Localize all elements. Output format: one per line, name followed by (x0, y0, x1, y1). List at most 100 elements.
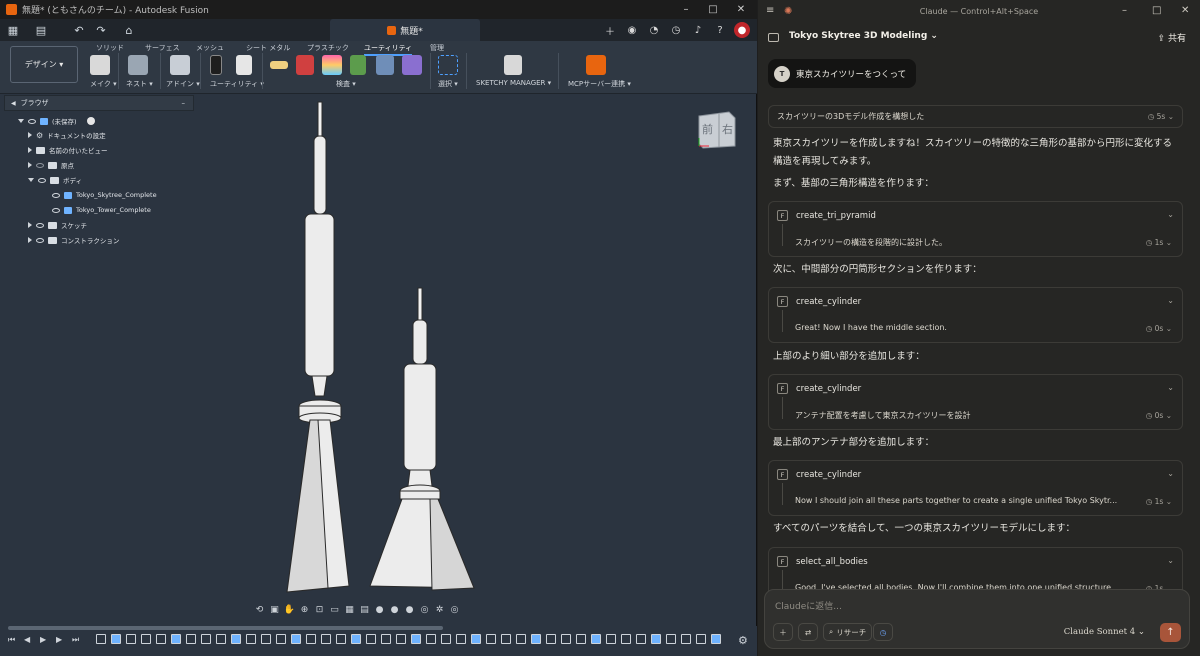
sidebar-toggle-icon[interactable] (768, 33, 779, 42)
thinking-summary[interactable]: スカイツリーの3Dモデル作成を構想した ◷ 5s ⌄ (768, 105, 1183, 128)
timeline-feature-icon[interactable] (171, 634, 181, 644)
curvature-icon[interactable] (350, 55, 366, 75)
document-tab[interactable]: 無題* (330, 19, 480, 41)
file-icon[interactable]: ▤ (32, 22, 50, 38)
make-label[interactable]: メイク ▾ (90, 79, 117, 89)
reply-input[interactable]: Claudeに返信... (775, 599, 842, 612)
timeline-feature-icon[interactable] (381, 634, 391, 644)
timeline-feature-icon[interactable] (276, 634, 286, 644)
timeline-feature-icon[interactable] (186, 634, 196, 644)
zebra-icon[interactable] (322, 55, 342, 75)
undo-icon[interactable]: ↶ (70, 22, 88, 38)
select-icon[interactable] (438, 55, 458, 75)
nest-label[interactable]: ネスト ▾ (126, 79, 153, 89)
timeline-feature-icon[interactable] (666, 634, 676, 644)
viewports-icon[interactable]: ▤ (359, 604, 370, 615)
model-selector[interactable]: Claude Sonnet 4 ⌄ (1064, 627, 1145, 637)
fit-icon[interactable]: ⊡ (314, 604, 325, 615)
tab-plastic[interactable]: プラスチック (307, 43, 349, 53)
timeline-feature-icon[interactable] (246, 634, 256, 644)
mcp-server-label[interactable]: MCPサーバー連携 ▾ (568, 79, 631, 89)
interference-icon[interactable] (296, 55, 314, 75)
display-icon-1[interactable]: ● (374, 604, 385, 615)
tab-solid[interactable]: ソリッド (96, 43, 124, 53)
tool-call-card[interactable]: Fcreate_cylinder ⌄ アンテナ配置を考慮して東京スカイツリーを設… (768, 374, 1183, 430)
chevron-down-icon[interactable]: ⌄ (1167, 469, 1174, 478)
research-button[interactable]: ⌕ リサーチ (823, 623, 873, 641)
zoom-icon[interactable]: ⊕ (299, 604, 310, 615)
timeline-feature-icon[interactable] (636, 634, 646, 644)
pan-icon[interactable]: ✋ (284, 604, 295, 615)
timeline-feature-icon[interactable] (156, 634, 166, 644)
timeline-settings-icon[interactable]: ⚙ (738, 634, 748, 647)
tool-call-card[interactable]: Fcreate_cylinder ⌄ Great! Now I have the… (768, 287, 1183, 343)
timeline-feature-icon[interactable] (471, 634, 481, 644)
timeline-feature-icon[interactable] (696, 634, 706, 644)
help-icon[interactable]: ? (712, 22, 728, 38)
timeline-feature-icon[interactable] (111, 634, 121, 644)
timeline-feature-icon[interactable] (546, 634, 556, 644)
look-at-icon[interactable]: ▣ (269, 604, 280, 615)
timeline-feature-icon[interactable] (606, 634, 616, 644)
timeline-feature-icon[interactable] (486, 634, 496, 644)
timeline-feature-icon[interactable] (201, 634, 211, 644)
tool-call-card[interactable]: Fcreate_tri_pyramid ⌄ スカイツリーの構造を段階的に設計した… (768, 201, 1183, 257)
timeline-play-icon[interactable]: ▶ (40, 635, 46, 644)
make-icon[interactable] (90, 55, 110, 75)
inspect-label[interactable]: 検査 ▾ (336, 79, 356, 89)
tool-call-card[interactable]: Fcreate_cylinder ⌄ Now I should join all… (768, 460, 1183, 516)
tools-settings-button[interactable]: ⇄ (798, 623, 818, 641)
tab-surface[interactable]: サーフェス (145, 43, 180, 53)
timeline-end-icon[interactable]: ⏭ (72, 635, 79, 645)
timeline-feature-icon[interactable] (126, 634, 136, 644)
close-icon[interactable]: ✕ (728, 0, 754, 19)
viewcube[interactable]: 前 右 (695, 108, 739, 150)
share-button[interactable]: ⇪ 共有 (1158, 31, 1186, 44)
utilities-label[interactable]: ユーティリティ ▾ (210, 79, 264, 89)
maximize-icon[interactable]: □ (700, 0, 726, 19)
timeline-back-icon[interactable]: ◀ (24, 635, 30, 644)
menu-icon[interactable]: ≡ (766, 5, 774, 16)
display-icon-3[interactable]: ● (404, 604, 415, 615)
chevron-down-icon[interactable]: ⌄ (1167, 210, 1174, 219)
sketchy-manager-label[interactable]: SKETCHY MANAGER ▾ (476, 79, 551, 87)
viewcube-front-label[interactable]: 前 (702, 121, 713, 137)
section-icon[interactable] (376, 55, 394, 75)
timeline-feature-icon[interactable] (96, 634, 106, 644)
send-button[interactable]: ↑ (1160, 623, 1181, 642)
checklist-icon[interactable] (236, 55, 252, 75)
orbit-icon[interactable]: ⟲ (254, 604, 265, 615)
account-icon[interactable]: ● (734, 22, 750, 38)
grid-menu-icon[interactable]: ▦ (4, 22, 22, 38)
timeline-scrollbar[interactable] (8, 626, 443, 630)
timeline-feature-icon[interactable] (621, 634, 631, 644)
minimize-icon[interactable]: – (673, 0, 699, 19)
timeline-forward-icon[interactable]: ▶ (56, 635, 62, 644)
tab-sheet-metal[interactable]: シート メタル (246, 43, 290, 53)
timeline-feature-icon[interactable] (516, 634, 526, 644)
draft-icon[interactable] (402, 55, 422, 75)
display-icon-6[interactable]: ◎ (449, 604, 460, 615)
timeline-feature-icon[interactable] (336, 634, 346, 644)
timeline-feature-icon[interactable] (261, 634, 271, 644)
chevron-down-icon[interactable]: ⌄ (1167, 383, 1174, 392)
timeline-feature-icon[interactable] (441, 634, 451, 644)
minimize-icon[interactable]: – (1122, 5, 1127, 16)
timeline-feature-icon[interactable] (711, 634, 721, 644)
job-status-icon[interactable]: ◔ (646, 22, 662, 38)
select-label[interactable]: 選択 ▾ (438, 79, 458, 89)
tower-model[interactable] (369, 287, 475, 591)
timeline-feature-icon[interactable] (576, 634, 586, 644)
timeline-feature-icon[interactable] (141, 634, 151, 644)
timeline-feature-icon[interactable] (681, 634, 691, 644)
timeline-feature-icon[interactable] (291, 634, 301, 644)
timeline-feature-icon[interactable] (396, 634, 406, 644)
sketchy-manager-icon[interactable] (504, 55, 522, 75)
viewport-canvas[interactable] (0, 94, 757, 614)
timeline-feature-icon[interactable] (426, 634, 436, 644)
addins-label[interactable]: アドイン ▾ (166, 79, 200, 89)
conversation-title[interactable]: Tokyo Skytree 3D Modeling ⌄ (789, 31, 938, 41)
timeline-feature-icon[interactable] (411, 634, 421, 644)
timeline-feature-icon[interactable] (321, 634, 331, 644)
timeline-feature-icon[interactable] (561, 634, 571, 644)
